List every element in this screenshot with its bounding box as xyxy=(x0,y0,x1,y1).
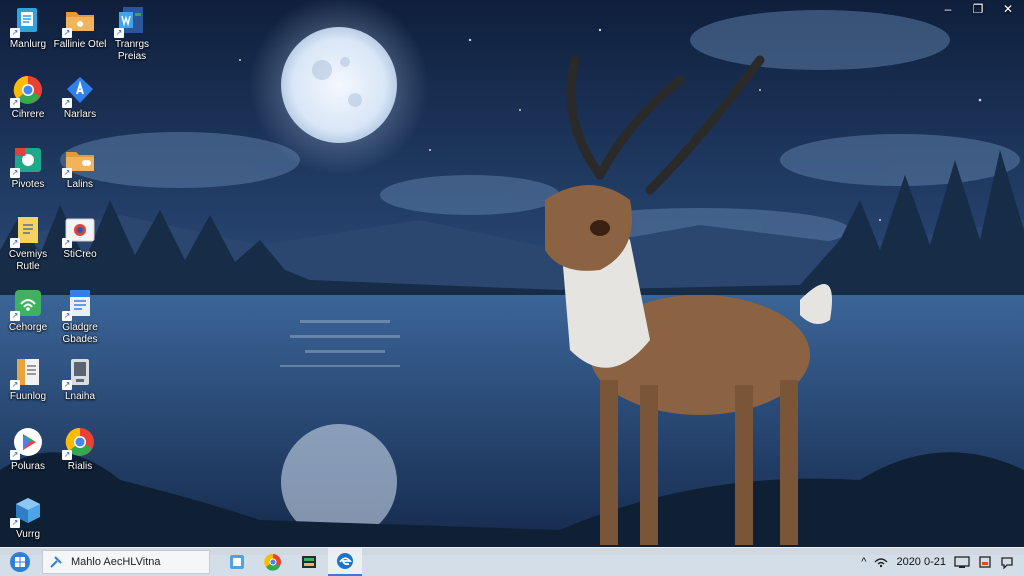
word-icon: ↗ xyxy=(114,4,148,38)
window-controls: – ❐ ✕ xyxy=(938,2,1018,16)
desktop-icon-label: Rialis xyxy=(67,461,93,472)
photo-icon: ↗ xyxy=(62,214,96,248)
task-icon xyxy=(230,555,244,569)
desktop-icon[interactable]: ↗ Lalins xyxy=(48,140,112,206)
desktop-icon-label: StiCreo xyxy=(63,249,97,260)
desktop-icon[interactable]: ↗ Tranrgs Preias xyxy=(100,0,164,66)
notification-icon[interactable] xyxy=(1000,555,1014,569)
cube-icon: ↗ xyxy=(10,494,44,528)
desktop-icon-label: Tranrgs Preias xyxy=(114,39,150,62)
cortana-icon xyxy=(50,556,62,568)
desktop-icon[interactable]: ↗ StiCreo xyxy=(48,210,112,276)
desktop-icon-label: Lalins xyxy=(66,179,94,190)
taskbar: Mahlo AecHLVitna ^ 2020 0-21 xyxy=(0,547,1024,576)
search-box[interactable]: Mahlo AecHLVitna xyxy=(42,550,210,574)
store-icon: ↗ xyxy=(62,74,96,108)
chrome-icon xyxy=(264,553,281,571)
explorer-icon xyxy=(302,556,316,568)
clock[interactable]: 2020 0-21 xyxy=(896,556,946,568)
network-tray-icon[interactable] xyxy=(874,556,888,568)
desktop-icon-label: Gladgre Gbades xyxy=(62,322,98,345)
files-icon: ↗ xyxy=(10,4,44,38)
taskbar-task-view[interactable] xyxy=(220,548,254,576)
search-text: Mahlo AecHLVitna xyxy=(71,556,161,568)
desktop-icon[interactable]: ↗ Rialis xyxy=(48,422,112,488)
desktop-icon-label: Vurrg xyxy=(15,529,41,540)
device-icon: ↗ xyxy=(62,356,96,390)
play-store-icon: ↗ xyxy=(10,426,44,460)
system-tray: ^ 2020 0-21 xyxy=(861,548,1024,576)
edge-icon xyxy=(337,553,353,569)
windows-logo-icon xyxy=(10,552,30,572)
notepad-icon: ↗ xyxy=(10,356,44,390)
close-icon[interactable]: ✕ xyxy=(998,2,1018,16)
folder-icon: ↗ xyxy=(62,4,96,38)
desktop-icon[interactable]: ↗ Lnaiha xyxy=(48,352,112,418)
taskbar-explorer[interactable] xyxy=(292,548,326,576)
battery-tray-icon[interactable] xyxy=(978,555,992,569)
chrome-icon: ↗ xyxy=(10,74,44,108)
desktop-icon-label: Narlars xyxy=(63,109,97,120)
taskbar-edge[interactable] xyxy=(328,548,362,576)
doc-icon: ↗ xyxy=(62,287,96,321)
document-icon: ↗ xyxy=(10,214,44,248)
start-button[interactable] xyxy=(0,548,40,576)
taskbar-chrome[interactable] xyxy=(256,548,290,576)
desktop-icon[interactable]: ↗ Gladgre Gbades xyxy=(48,283,112,349)
network-icon: ↗ xyxy=(10,287,44,321)
display-tray-icon[interactable] xyxy=(954,555,970,569)
app-icon: ↗ xyxy=(10,144,44,178)
desktop-icon[interactable]: ↗ Narlars xyxy=(48,70,112,136)
tray-overflow-icon[interactable]: ^ xyxy=(861,556,866,568)
folder-icon: ↗ xyxy=(62,144,96,178)
desktop-icon-label: Lnaiha xyxy=(64,391,96,402)
minimize-icon[interactable]: – xyxy=(938,2,958,16)
restore-icon[interactable]: ❐ xyxy=(968,2,988,16)
chrome-icon: ↗ xyxy=(62,426,96,460)
desktop-wallpaper xyxy=(0,0,1024,576)
